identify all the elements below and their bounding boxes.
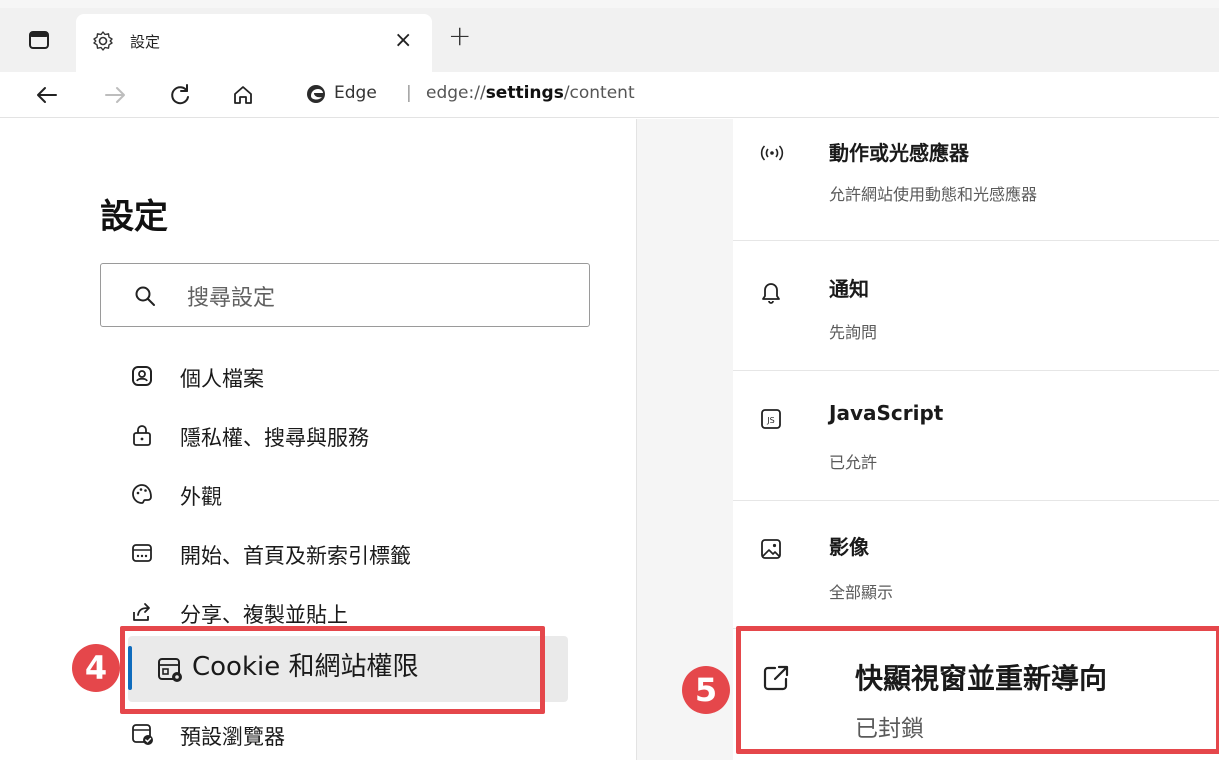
sidebar-item-profile[interactable]: 個人檔案 [120, 350, 566, 402]
bell-icon [759, 279, 783, 304]
sidebar-item-appearance[interactable]: 外觀 [120, 468, 566, 520]
tab-strip: 設定 × + [0, 0, 1219, 72]
sidebar-item-default-browser[interactable]: 預設瀏覽器 [120, 708, 566, 760]
search-placeholder: 搜尋設定 [187, 286, 276, 311]
home-grid-icon [130, 541, 154, 565]
sensor-icon [759, 141, 784, 165]
default-browser-icon [130, 722, 154, 746]
permission-subtitle: 先詢問 [829, 323, 878, 342]
sidebar-item-privacy[interactable]: 隱私權、搜尋與服務 [120, 409, 566, 461]
permission-title: 影像 [829, 535, 869, 559]
back-arrow-icon[interactable] [32, 80, 62, 110]
permission-row-notifications[interactable]: 通知 先詢問 [733, 241, 1219, 371]
step-badge-4: 4 [72, 644, 120, 692]
permission-subtitle: 允許網站使用動態和光感應器 [829, 185, 1038, 204]
sidebar-item-label: 個人檔案 [180, 367, 264, 391]
sidebar-item-start-home[interactable]: 開始、首頁及新索引標籤 [120, 527, 566, 579]
image-icon [759, 537, 783, 561]
address-url: edge://settings/content [426, 83, 635, 103]
tab-actions-icon[interactable] [28, 30, 50, 50]
gear-icon [92, 30, 114, 52]
browser-toolbar: Edge | edge://settings/content [0, 72, 1219, 118]
lock-icon [130, 423, 154, 447]
palette-icon [130, 482, 154, 506]
home-icon[interactable] [228, 80, 258, 110]
address-brand: Edge [334, 83, 377, 103]
permission-row-images[interactable]: 影像 全部顯示 [733, 501, 1219, 629]
address-separator: | [406, 83, 412, 103]
forward-arrow-icon[interactable] [100, 80, 130, 110]
new-tab-button[interactable]: + [448, 22, 471, 50]
permission-subtitle: 已允許 [829, 453, 878, 472]
highlight-box-popups [736, 626, 1219, 754]
search-input[interactable]: 搜尋設定 [100, 263, 590, 327]
sidebar-item-label: 隱私權、搜尋與服務 [180, 426, 369, 450]
step-badge-5: 5 [682, 666, 730, 714]
page-title: 設定 [100, 197, 168, 237]
permission-title: 通知 [829, 277, 869, 301]
sidebar-item-label: 分享、複製並貼上 [180, 603, 348, 627]
edge-logo-icon [306, 84, 326, 104]
sidebar-item-label: 預設瀏覽器 [180, 725, 285, 749]
share-icon [130, 600, 154, 624]
window-top-edge [0, 0, 1219, 8]
highlight-box-cookies [120, 626, 545, 714]
refresh-icon[interactable] [165, 80, 195, 110]
profile-icon [130, 364, 154, 388]
permission-row-sensors[interactable]: 動作或光感應器 允許網站使用動態和光感應器 [733, 113, 1219, 241]
permission-title: 動作或光感應器 [829, 141, 969, 165]
svg-text:JS: JS [766, 416, 774, 425]
tab-title: 設定 [130, 33, 161, 51]
permission-subtitle: 全部顯示 [829, 583, 894, 602]
search-icon [133, 284, 157, 308]
address-bar[interactable]: Edge | edge://settings/content [288, 74, 1219, 114]
settings-tab[interactable]: 設定 × [76, 14, 432, 72]
permission-title: JavaScript [829, 401, 944, 425]
sidebar-item-label: 外觀 [180, 485, 222, 509]
sidebar-item-label: 開始、首頁及新索引標籤 [180, 544, 411, 568]
close-tab-icon[interactable]: × [394, 30, 412, 52]
permission-row-javascript[interactable]: JS JavaScript 已允許 [733, 371, 1219, 501]
js-icon: JS [759, 407, 783, 431]
